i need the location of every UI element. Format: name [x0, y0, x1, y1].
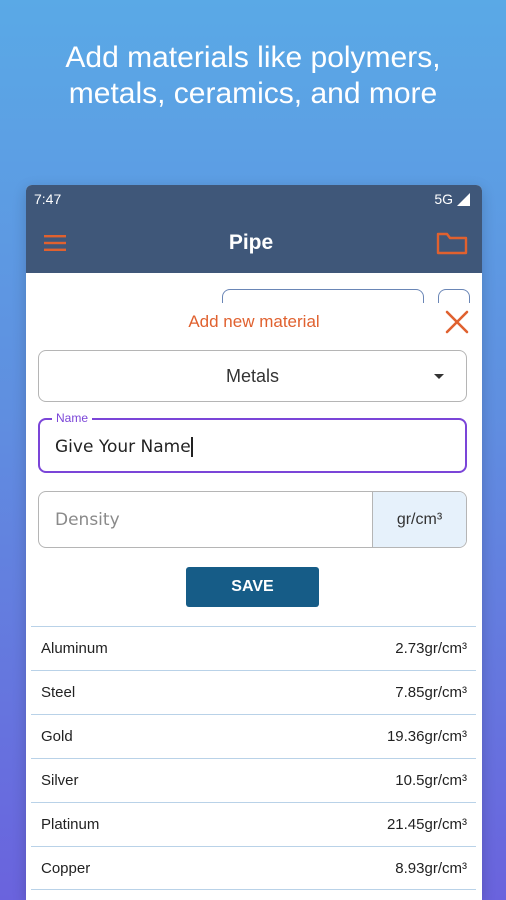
material-name: Steel	[41, 684, 76, 701]
material-name: Copper	[41, 859, 91, 877]
promo-headline-line-2: metals, ceramics, and more	[68, 77, 438, 110]
status-time: 7:47	[34, 191, 62, 207]
promo-headline: Add materials like polymers, metals, cer…	[0, 40, 506, 112]
folder-icon[interactable]	[436, 230, 468, 256]
name-field-text: Give Your Name	[55, 437, 191, 457]
density-field[interactable]: Density gr/cm³	[38, 491, 467, 548]
category-select-value: Metals	[225, 365, 279, 386]
density-unit: gr/cm³	[372, 492, 466, 547]
app-bar: Pipe	[26, 213, 482, 273]
promo-headline-line-1: Add materials like polymers,	[65, 41, 441, 74]
material-density: 10.5gr/cm³	[395, 772, 467, 789]
material-name: Aluminum	[41, 640, 108, 657]
signal-icon	[457, 192, 470, 206]
list-item[interactable]: Copper 8.93gr/cm³	[31, 846, 476, 890]
materials-list: Aluminum 2.73gr/cm³ Steel 7.85gr/cm³ Gol…	[31, 626, 476, 890]
save-button[interactable]: SAVE	[186, 567, 319, 607]
list-item[interactable]: Platinum 21.45gr/cm³	[31, 802, 476, 846]
list-item[interactable]: Silver 10.5gr/cm³	[31, 758, 476, 802]
status-network: 5G	[434, 191, 470, 207]
app-bar-title: Pipe	[228, 231, 274, 254]
name-field-label: Name	[52, 411, 93, 425]
dialog-title: Add new material	[188, 312, 320, 331]
close-icon[interactable]	[444, 309, 470, 335]
network-type: 5G	[434, 191, 453, 207]
dropdown-caret-icon	[434, 374, 444, 379]
material-density: 21.45gr/cm³	[386, 816, 467, 833]
material-name: Silver	[41, 772, 79, 789]
name-field-value: Give Your Name	[55, 437, 193, 457]
background-field-outline-small	[438, 289, 470, 303]
material-name: Gold	[41, 728, 73, 745]
name-field[interactable]: Name Give Your Name	[38, 411, 467, 473]
category-select[interactable]: Metals	[38, 350, 467, 402]
menu-icon[interactable]	[44, 235, 66, 251]
material-name: Platinum	[41, 816, 100, 833]
density-input[interactable]: Density	[39, 492, 372, 547]
material-density: 8.93gr/cm³	[395, 859, 467, 877]
material-density: 7.85gr/cm³	[395, 684, 467, 701]
text-cursor	[190, 437, 193, 457]
material-density: 19.36gr/cm³	[386, 728, 467, 745]
list-item[interactable]: Aluminum 2.73gr/cm³	[31, 626, 476, 670]
status-bar: 7:47 5G	[26, 185, 482, 213]
list-item[interactable]: Steel 7.85gr/cm³	[31, 670, 476, 714]
material-density: 2.73gr/cm³	[395, 640, 467, 657]
list-item[interactable]: Gold 19.36gr/cm³	[31, 714, 476, 758]
background-field-outline	[222, 289, 424, 303]
phone-screen: 7:47 5G Pipe Add new material Metals Nam…	[26, 185, 482, 900]
